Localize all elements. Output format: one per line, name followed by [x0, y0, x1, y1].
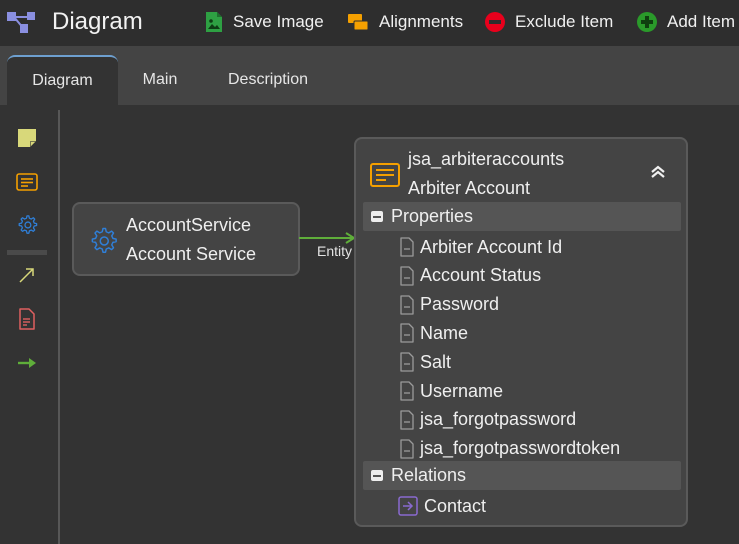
service-node[interactable]: AccountService Account Service: [72, 202, 300, 276]
app-title: Diagram: [52, 8, 143, 35]
relations-section-header[interactable]: Relations: [363, 461, 681, 490]
entity-node-name: jsa_arbiteraccounts: [408, 149, 565, 169]
property-item[interactable]: Account Status: [400, 262, 541, 290]
right-arrow-icon: [18, 358, 36, 368]
relation-label: Contact: [424, 495, 487, 516]
property-item[interactable]: jsa_forgotpassword: [400, 406, 576, 434]
property-item[interactable]: jsa_forgotpasswordtoken: [400, 435, 620, 463]
image-file-icon: [206, 12, 222, 32]
connector-label: Entity: [317, 243, 353, 259]
add-item-label: Add Item: [667, 12, 736, 31]
property-label: Password: [420, 294, 500, 315]
property-label: Name: [420, 322, 469, 343]
property-label: jsa_forgotpasswordtoken: [420, 438, 621, 459]
collapse-chevrons-icon[interactable]: [650, 165, 666, 179]
property-label: jsa_forgotpassword: [420, 409, 577, 430]
minus-circle-icon: [485, 12, 505, 32]
relation-tool[interactable]: [12, 350, 42, 376]
diagram-app-icon: [7, 12, 35, 33]
alignments-label: Alignments: [379, 12, 464, 31]
alignments-icon: [348, 14, 369, 31]
service-node-display-name: Account Service: [126, 244, 257, 264]
diagonal-arrow-icon: [19, 268, 34, 283]
service-tool[interactable]: [12, 212, 42, 238]
tab-diagram[interactable]: Diagram: [7, 55, 118, 105]
add-item-button[interactable]: Add Item: [637, 10, 735, 34]
property-item[interactable]: Password: [400, 291, 499, 319]
palette-divider: [58, 110, 60, 544]
entity-icon: [370, 163, 400, 187]
plus-circle-icon: [637, 12, 657, 32]
collapse-minus-icon: [371, 211, 383, 222]
save-image-label: Save Image: [233, 12, 324, 31]
entity-node[interactable]: jsa_arbiteraccounts Arbiter Account Prop…: [354, 137, 688, 527]
field-icon: [400, 410, 414, 430]
entity-tool[interactable]: [12, 169, 42, 195]
field-icon: [400, 237, 414, 257]
document-icon: [19, 308, 35, 330]
tool-separator: [7, 250, 47, 255]
exclude-item-label: Exclude Item: [515, 12, 614, 31]
relation-arrow-icon: [398, 496, 418, 516]
note-tool[interactable]: [12, 125, 42, 151]
tab-description[interactable]: Description: [210, 55, 326, 105]
exclude-item-button[interactable]: Exclude Item: [485, 10, 613, 34]
property-label: Salt: [420, 351, 452, 372]
field-icon: [400, 294, 414, 315]
property-label: Arbiter Account Id: [420, 236, 563, 257]
relations-label: Relations: [391, 465, 467, 485]
property-item[interactable]: Arbiter Account Id: [400, 233, 562, 261]
entity-icon: [16, 173, 38, 191]
property-item[interactable]: Salt: [400, 348, 451, 376]
document-tool[interactable]: [12, 306, 42, 332]
property-item[interactable]: Username: [400, 377, 503, 405]
gear-icon: [18, 215, 38, 234]
field-icon: [400, 438, 414, 459]
save-image-button[interactable]: Save Image: [205, 10, 324, 34]
sticky-note-icon: [18, 129, 36, 147]
field-icon: [400, 266, 414, 286]
field-icon: [400, 352, 414, 372]
service-node-name: AccountService: [126, 215, 252, 235]
alignments-button[interactable]: Alignments: [347, 10, 463, 34]
field-icon: [400, 381, 414, 401]
property-item[interactable]: Name: [400, 319, 468, 347]
property-label: Account Status: [420, 265, 542, 286]
property-label: Username: [420, 380, 504, 401]
gear-icon: [91, 227, 117, 253]
field-icon: [400, 323, 414, 344]
collapse-minus-icon: [371, 470, 383, 481]
relation-item[interactable]: Contact: [398, 492, 486, 520]
association-tool[interactable]: [12, 262, 42, 288]
tab-main[interactable]: Main: [126, 55, 194, 105]
entity-node-display-name: Arbiter Account: [408, 178, 531, 198]
tab-bar: Diagram Main Description: [0, 46, 739, 105]
properties-section-header[interactable]: Properties: [363, 202, 681, 231]
properties-label: Properties: [391, 206, 474, 226]
top-toolbar: Diagram Save Image Alignments Exclude It…: [0, 0, 739, 46]
